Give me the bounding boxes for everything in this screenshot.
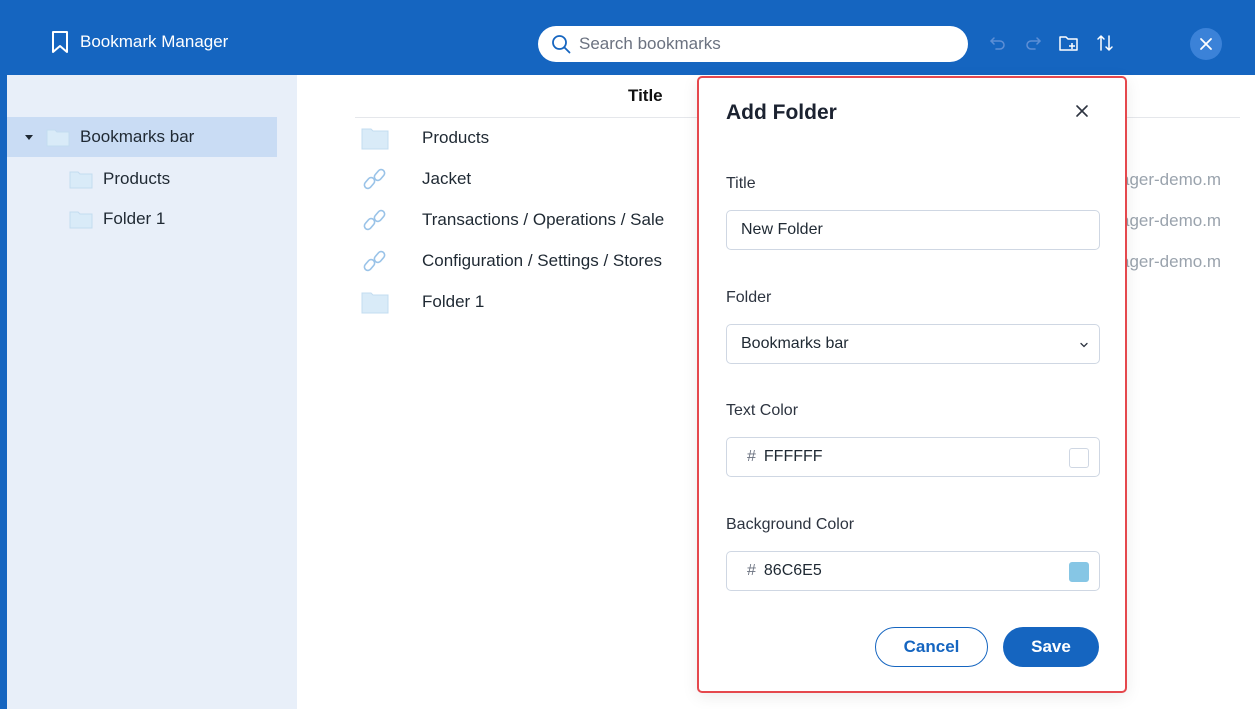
text-color-field[interactable]: # FFFFFF	[726, 437, 1100, 477]
close-icon	[1200, 38, 1212, 50]
search-input[interactable]	[579, 34, 939, 54]
close-button[interactable]	[1190, 28, 1222, 60]
undo-button[interactable]	[986, 31, 1010, 55]
search-box[interactable]	[538, 26, 968, 62]
save-button[interactable]: Save	[1003, 627, 1099, 667]
text-color-swatch[interactable]	[1069, 448, 1089, 468]
bookmark-icon	[52, 31, 68, 53]
list-item-title: Transactions / Operations / Sale	[422, 210, 665, 229]
list-item-title: Folder 1	[422, 292, 485, 311]
hash-symbol: #	[747, 448, 756, 465]
dialog-close-button[interactable]	[1071, 100, 1093, 122]
list-item-title: Jacket	[422, 169, 472, 188]
background-color-field[interactable]: # 86C6E5	[726, 551, 1100, 591]
list-item-jacket[interactable]: Jacket	[360, 161, 471, 197]
list-item-configuration[interactable]: Configuration / Settings / Stores	[360, 243, 662, 279]
caret-down-icon[interactable]	[24, 132, 34, 142]
list-item-folder-1[interactable]: Folder 1	[360, 284, 484, 320]
list-item-url: ager-demo.m	[1120, 170, 1222, 189]
close-icon	[1076, 105, 1088, 117]
text-color-label: Text Color	[726, 402, 799, 419]
sidebar-item-folder-1[interactable]: Folder 1	[69, 199, 165, 239]
sidebar-item-products[interactable]: Products	[69, 159, 170, 199]
folder-select[interactable]: Bookmarks bar	[726, 324, 1100, 364]
sidebar: Bookmarks bar Products Folder 1	[7, 75, 297, 709]
list-item-title: Products	[422, 128, 490, 147]
new-folder-icon	[1059, 36, 1078, 51]
top-bar: Bookmark Manager	[7, 0, 1255, 75]
redo-icon	[1026, 37, 1041, 50]
window-edge	[0, 0, 7, 709]
link-icon	[363, 209, 386, 231]
redo-button[interactable]	[1021, 31, 1045, 55]
text-color-value: FFFFFF	[763, 448, 823, 465]
link-icon	[363, 168, 386, 190]
folder-select-value: Bookmarks bar	[741, 335, 849, 352]
list-item-products[interactable]: Products	[360, 120, 489, 156]
app-title-text: Bookmark Manager	[80, 32, 229, 51]
hash-symbol: #	[747, 562, 756, 579]
search-icon	[552, 35, 571, 54]
new-folder-button[interactable]	[1057, 31, 1081, 55]
sidebar-item-label: Folder 1	[103, 209, 166, 228]
sort-button[interactable]	[1093, 31, 1117, 55]
folder-icon	[361, 128, 389, 150]
folder-field-label: Folder	[726, 289, 772, 306]
title-column-header[interactable]: Title	[628, 86, 663, 106]
list-item-url: ager-demo.m	[1120, 211, 1222, 230]
link-icon	[363, 250, 386, 272]
title-field-label: Title	[726, 175, 756, 192]
folder-icon	[69, 211, 93, 229]
background-color-label: Background Color	[726, 516, 855, 533]
sidebar-item-label: Bookmarks bar	[80, 127, 195, 146]
title-input[interactable]	[741, 221, 1071, 239]
undo-icon	[990, 37, 1005, 50]
folder-icon	[46, 129, 70, 147]
sidebar-item-label: Products	[103, 169, 171, 188]
dialog-title: Add Folder	[726, 101, 837, 124]
chevron-down-icon	[1080, 342, 1088, 348]
background-color-value: 86C6E5	[763, 562, 822, 579]
app-title: Bookmark Manager	[50, 30, 228, 54]
list-item-title: Configuration / Settings / Stores	[422, 251, 663, 270]
add-folder-dialog: Add Folder Title Folder Bookmarks bar Te…	[697, 76, 1127, 693]
folder-icon	[69, 171, 93, 189]
sidebar-item-bookmarks-bar[interactable]: Bookmarks bar	[7, 117, 277, 157]
sort-icon	[1097, 35, 1113, 51]
folder-icon	[361, 292, 389, 314]
title-field[interactable]	[726, 210, 1100, 250]
list-item-url: ager-demo.m	[1120, 252, 1222, 271]
cancel-button[interactable]: Cancel	[875, 627, 988, 667]
list-item-transactions[interactable]: Transactions / Operations / Sale	[360, 202, 664, 238]
background-color-swatch[interactable]	[1069, 562, 1089, 582]
